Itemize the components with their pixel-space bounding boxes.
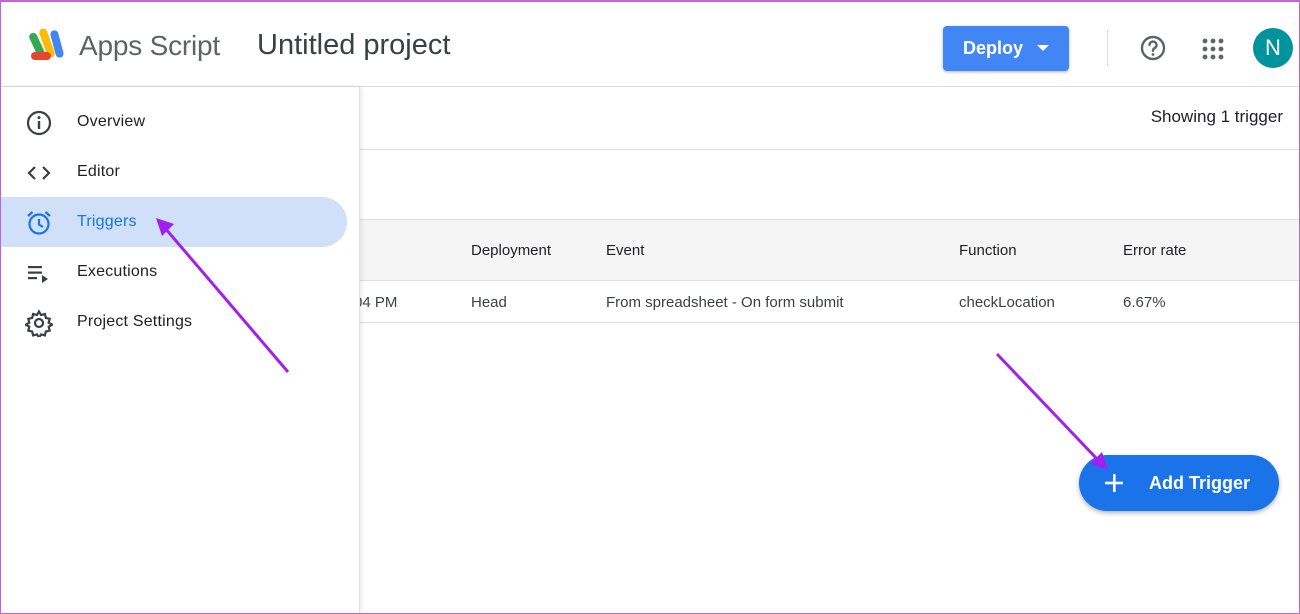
cell-event: From spreadsheet - On form submit: [606, 294, 844, 311]
sidebar-item-label: Triggers: [77, 213, 137, 230]
column-header-error-rate[interactable]: Error rate: [1123, 242, 1186, 259]
sidebar-item-label: Overview: [77, 113, 146, 130]
deploy-button[interactable]: Deploy: [943, 26, 1069, 71]
divider: [360, 149, 1299, 150]
alarm-icon: [27, 211, 51, 235]
cell-last-run: 04 PM: [354, 294, 398, 311]
sidebar-item-editor[interactable]: Editor: [1, 147, 347, 197]
add-trigger-label: Add Trigger: [1149, 473, 1251, 493]
apps-script-logo-icon[interactable]: [29, 26, 73, 66]
cell-error-rate: 6.67%: [1123, 294, 1166, 311]
avatar[interactable]: N: [1253, 28, 1293, 68]
code-icon: [27, 166, 51, 180]
app-name[interactable]: Apps Script: [79, 30, 220, 62]
trigger-count: Showing 1 trigger: [1150, 107, 1283, 126]
sidebar-item-overview[interactable]: Overview: [1, 97, 347, 147]
project-title[interactable]: Untitled project: [257, 29, 450, 62]
cell-deployment: Head: [471, 294, 507, 311]
column-header-deployment[interactable]: Deployment: [471, 242, 551, 259]
table-row[interactable]: 04 PM Head From spreadsheet - On form su…: [354, 281, 1299, 323]
table-header: Deployment Event Function Error rate: [360, 219, 1299, 281]
help-icon[interactable]: [1139, 34, 1167, 62]
plus-icon: [1105, 474, 1123, 492]
sidebar-item-label: Project Settings: [77, 313, 193, 330]
sidebar-item-project-settings[interactable]: Project Settings: [1, 297, 347, 347]
executions-icon: [28, 266, 48, 283]
sidebar-item-label: Editor: [77, 163, 120, 180]
caret-down-icon: [1037, 45, 1049, 51]
apps-grid-icon[interactable]: [1201, 37, 1225, 61]
column-header-event[interactable]: Event: [606, 242, 644, 259]
gear-icon: [25, 309, 53, 337]
cell-function: checkLocation: [959, 294, 1055, 311]
triggers-panel: Showing 1 trigger Deployment Event Funct…: [354, 87, 1299, 613]
column-header-function[interactable]: Function: [959, 242, 1017, 259]
sidebar: Overview Editor Triggers Executions Proj…: [1, 87, 360, 613]
top-bar: Apps Script Untitled project Deploy N: [1, 2, 1299, 87]
add-trigger-button[interactable]: Add Trigger: [1079, 455, 1279, 511]
deploy-button-label: Deploy: [963, 38, 1024, 58]
sidebar-item-executions[interactable]: Executions: [1, 247, 347, 297]
sidebar-item-triggers[interactable]: Triggers: [1, 197, 347, 247]
info-icon: [26, 110, 52, 136]
sidebar-item-label: Executions: [77, 263, 158, 280]
header-divider: [1107, 30, 1108, 66]
